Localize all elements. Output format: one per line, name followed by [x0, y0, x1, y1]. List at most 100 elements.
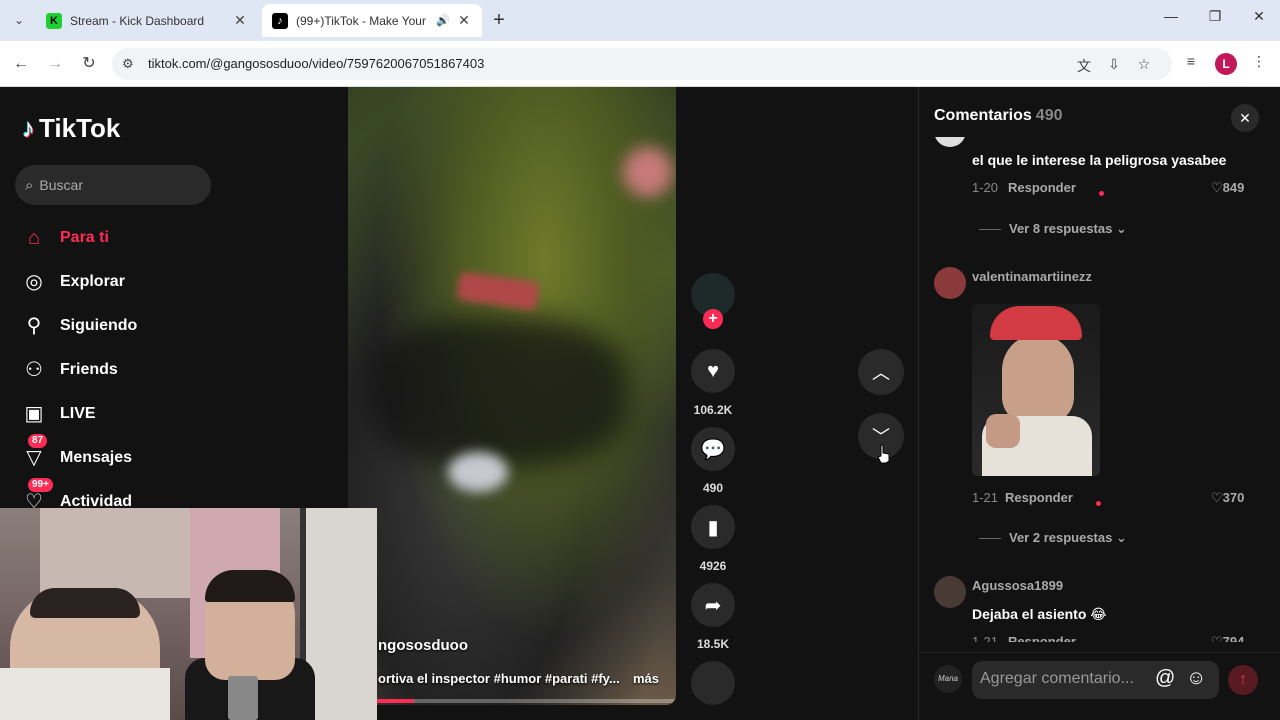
sidebar-item-friends[interactable]: ⚇ Friends — [22, 358, 118, 382]
save-button[interactable]: ▮ — [691, 505, 735, 549]
translate-icon[interactable]: 文 — [1074, 56, 1094, 76]
comments-list[interactable]: el que le interese la peligrosa yasabee … — [919, 137, 1280, 642]
tiktok-note-icon: ♪ — [22, 113, 35, 143]
heart-outline-icon: ♡ — [1211, 490, 1223, 505]
tab-kick-dashboard[interactable]: K Stream - Kick Dashboard ✕ — [36, 4, 258, 37]
close-tab-icon[interactable]: ✕ — [456, 12, 472, 29]
close-window-icon[interactable]: ✕ — [1244, 8, 1274, 25]
site-info-icon[interactable]: ⚙ — [122, 56, 134, 72]
post-comment-button[interactable]: ↑ — [1228, 665, 1258, 695]
search-input[interactable] — [39, 177, 190, 193]
reload-icon[interactable]: ↻ — [78, 53, 100, 75]
description-more-link[interactable]: más — [633, 671, 659, 686]
speaker-icon[interactable]: 🔊 — [436, 14, 450, 27]
reply-button[interactable]: Responder — [1005, 490, 1073, 505]
search-box[interactable]: ⌕ — [15, 165, 211, 205]
media-control-icon[interactable]: ≡ — [1180, 53, 1202, 69]
browser-tab-bar: ⌄ K Stream - Kick Dashboard ✕ ♪ (99+)Tik… — [0, 0, 1280, 41]
reply-button[interactable]: Responder — [1008, 634, 1076, 642]
url-text[interactable]: tiktok.com/@gangososduoo/video/759762006… — [148, 56, 484, 71]
install-app-icon[interactable]: ⇩ — [1104, 56, 1124, 73]
home-icon: ⌂ — [27, 227, 41, 249]
video-actions: + ♥ 106.2K 💬 490 ▮ 4926 ➦ 18.5K — [690, 87, 736, 720]
like-button[interactable]: ♥ — [691, 349, 735, 393]
close-tab-icon[interactable]: ✕ — [232, 12, 248, 29]
omnibox[interactable]: ⚙ tiktok.com/@gangososduoo/video/7597620… — [112, 48, 1172, 80]
music-disc-button[interactable] — [691, 661, 735, 705]
tab-tiktok[interactable]: ♪ (99+)TikTok - Make Your Da 🔊 ✕ — [262, 4, 482, 37]
comment-like-button[interactable]: ♡794 — [1211, 634, 1244, 642]
new-tab-button[interactable]: + — [488, 9, 510, 31]
video-player[interactable]: ngososduoo ortiva el inspector #humor #p… — [348, 87, 676, 705]
heart-icon: ♥ — [707, 359, 719, 382]
activity-badge: 99+ — [28, 478, 53, 492]
comment-input-row: Mana @ ☺ ↑ — [919, 652, 1280, 720]
view-replies-label: Ver 2 respuestas — [1009, 530, 1113, 545]
menu-icon[interactable]: ⋮ — [1248, 53, 1270, 70]
comment-count: 490 — [702, 481, 724, 495]
sidebar-item-siguiendo[interactable]: ⚲ Siguiendo — [22, 314, 138, 338]
video-username[interactable]: ngososduoo — [378, 637, 468, 654]
tiktok-page: ♪ TikTok ⌕ ⌂ Para ti ◎ Explorar ⚲ Siguie… — [0, 87, 1280, 720]
commenter-avatar[interactable] — [934, 267, 966, 299]
comment-image[interactable] — [972, 304, 1100, 476]
video-frame-pink-blur — [623, 147, 673, 197]
comment-input-box[interactable]: @ ☺ — [972, 661, 1219, 699]
previous-video-button[interactable]: ︿ — [858, 349, 904, 395]
heart-outline-icon: ♡ — [1211, 634, 1223, 642]
comment-like-count: 849 — [1222, 180, 1245, 195]
search-icon: ⌕ — [25, 176, 34, 194]
sidebar-item-para-ti[interactable]: ⌂ Para ti — [22, 226, 109, 250]
comment-like-button[interactable]: ♡370 — [1211, 490, 1244, 506]
minimize-icon[interactable]: — — [1156, 8, 1186, 24]
chevron-down-icon: ⌄ — [1115, 530, 1127, 545]
sidebar-item-mensajes[interactable]: ▽ 87 Mensajes — [22, 434, 133, 470]
heart-outline-icon: ♡ — [1211, 180, 1223, 195]
webcam-wall-posters — [40, 508, 210, 598]
video-frame-light-blur — [448, 452, 508, 492]
commenter-avatar[interactable] — [934, 576, 966, 608]
webcam-streamer-left — [0, 588, 170, 720]
live-icon: ▣ — [24, 403, 44, 425]
bookmark-star-icon[interactable]: ☆ — [1134, 56, 1154, 73]
chevron-down-icon: ⌄ — [1115, 221, 1127, 236]
mention-icon[interactable]: @ — [1155, 667, 1175, 690]
sidebar-item-label: Mensajes — [60, 449, 133, 466]
sidebar-item-label: Para ti — [60, 229, 109, 246]
messages-icon: ▽ 87 — [22, 434, 48, 470]
webcam-streamer-right — [205, 570, 295, 680]
forward-icon[interactable]: → — [44, 53, 66, 75]
comment-date: 1-21 — [972, 490, 999, 505]
share-button[interactable]: ➦ — [691, 583, 735, 627]
sidebar-item-live[interactable]: ▣ LIVE — [22, 402, 96, 426]
sidebar-item-label: Friends — [60, 361, 118, 378]
view-replies-button[interactable]: Ver 8 respuestas ⌄ — [979, 221, 1127, 237]
commenter-avatar[interactable] — [934, 137, 966, 147]
hand-cursor-icon — [877, 444, 890, 464]
comment-date: 1-21 — [972, 634, 999, 642]
comments-panel: Comentarios 490 ✕ el que le interese la p… — [918, 87, 1280, 720]
reply-button[interactable]: Responder — [1008, 180, 1076, 195]
comment-input[interactable] — [980, 670, 1150, 688]
share-count: 18.5K — [696, 637, 730, 651]
emoji-icon[interactable]: ☺ — [1186, 667, 1206, 690]
follow-button[interactable]: + — [703, 309, 723, 329]
view-replies-button[interactable]: Ver 2 respuestas ⌄ — [979, 530, 1127, 546]
friends-icon: ⚇ — [25, 359, 43, 381]
commenter-username[interactable]: valentinamartiinezz — [972, 269, 1092, 284]
comment-button[interactable]: 💬 — [691, 427, 735, 471]
tab-title: Stream - Kick Dashboard — [70, 13, 205, 28]
profile-avatar[interactable]: L — [1215, 53, 1237, 75]
video-progress-bar[interactable] — [348, 699, 676, 703]
sidebar-item-explorar[interactable]: ◎ Explorar — [22, 270, 125, 294]
webcam-overlay — [0, 508, 377, 720]
tiktok-logo[interactable]: ♪ TikTok — [22, 113, 120, 144]
close-comments-button[interactable]: ✕ — [1231, 104, 1259, 132]
comment-like-button[interactable]: ♡849 — [1211, 180, 1244, 196]
back-icon[interactable]: ← — [10, 53, 32, 75]
commenter-username[interactable]: Agussosa1899 — [972, 578, 1063, 593]
restore-icon[interactable]: ❐ — [1200, 8, 1230, 25]
tab-search-dropdown-icon[interactable]: ⌄ — [8, 9, 30, 31]
logo-text: TikTok — [39, 113, 121, 143]
chevron-up-icon: ︿ — [872, 363, 890, 383]
